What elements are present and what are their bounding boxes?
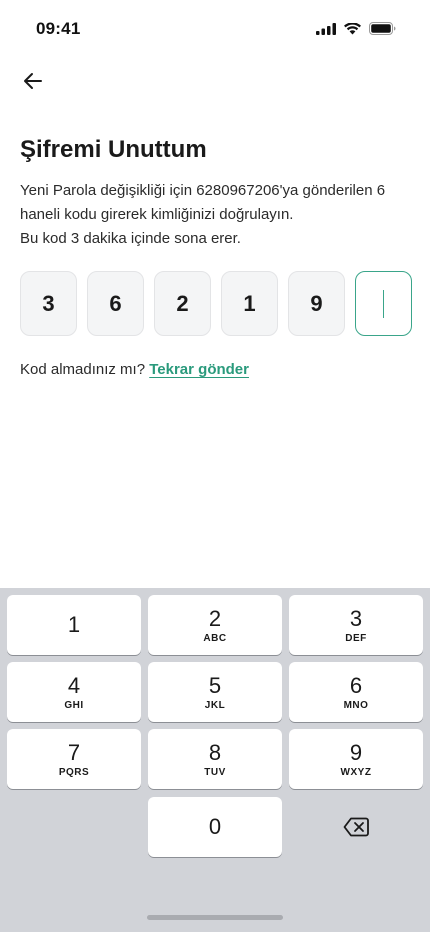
description-line: Yeni Parola değişikliği için 6280967206'… [20, 182, 386, 199]
description: Yeni Parola değişikliği için 6280967206'… [20, 179, 412, 251]
arrow-left-icon [24, 73, 42, 89]
key-letters: TUV [204, 767, 226, 778]
key-7[interactable]: 7 PQRS [7, 729, 141, 789]
status-bar: 09:41 [0, 0, 430, 60]
otp-digit-box[interactable]: 1 [221, 271, 278, 336]
text-caret [382, 289, 385, 318]
key-3[interactable]: 3 DEF [289, 595, 423, 655]
key-letters: WXYZ [340, 767, 372, 778]
otp-digit-box[interactable]: 2 [154, 271, 211, 336]
key-0[interactable]: 0 [148, 797, 282, 857]
key-8[interactable]: 8 TUV [148, 729, 282, 789]
otp-digit-box[interactable]: 9 [288, 271, 345, 336]
key-letters: JKL [204, 700, 226, 711]
status-time: 09:41 [36, 19, 81, 38]
back-button[interactable] [16, 64, 50, 98]
battery-icon [369, 22, 396, 35]
key-digit: 8 [208, 740, 222, 765]
signal-icon [316, 22, 336, 35]
key-digit: 3 [349, 606, 363, 631]
otp-digit-box[interactable]: 6 [87, 271, 144, 336]
key-digit: 6 [349, 673, 363, 698]
key-digit: 2 [208, 606, 222, 631]
description-line: haneli kodu girerek kimliğinizi doğrulay… [20, 206, 294, 223]
key-9[interactable]: 9 WXYZ [289, 729, 423, 789]
resend-link[interactable]: Tekrar gönder [149, 361, 249, 378]
key-digit: 7 [67, 740, 81, 765]
key-letters: ABC [203, 633, 227, 644]
key-digit: 9 [349, 740, 363, 765]
description-line: Bu kod 3 dakika içinde sona erer. [20, 230, 241, 247]
key-letters: GHI [64, 700, 84, 711]
key-4[interactable]: 4 GHI [7, 662, 141, 722]
home-indicator[interactable] [147, 915, 283, 920]
key-digit: 5 [208, 673, 222, 698]
resend-row: Kod almadınız mı? Tekrar gönder [20, 361, 249, 378]
key-1[interactable]: 1 [7, 595, 141, 655]
numeric-keyboard: 1 2 ABC 3 DEF 4 GHI 5 JKL 6 MNO 7 PQRS 8… [0, 588, 430, 932]
otp-digit-box[interactable]: 3 [20, 271, 77, 336]
key-5[interactable]: 5 JKL [148, 662, 282, 722]
key-2[interactable]: 2 ABC [148, 595, 282, 655]
otp-digit-box-active[interactable] [355, 271, 412, 336]
backspace-icon [343, 817, 369, 837]
key-digit: 0 [208, 814, 222, 839]
key-letters: PQRS [58, 767, 90, 778]
wifi-icon [344, 22, 361, 34]
key-digit: 4 [67, 673, 81, 698]
key-letters: DEF [345, 633, 367, 644]
page-title: Şifremi Unuttum [20, 136, 207, 163]
resend-prompt: Kod almadınız mı? [20, 361, 146, 378]
key-letters: MNO [343, 700, 369, 711]
key-6[interactable]: 6 MNO [289, 662, 423, 722]
otp-input-row: 3 6 2 1 9 [20, 271, 412, 336]
key-digit: 1 [67, 612, 81, 637]
status-icons [316, 22, 396, 35]
delete-key[interactable] [289, 797, 423, 857]
